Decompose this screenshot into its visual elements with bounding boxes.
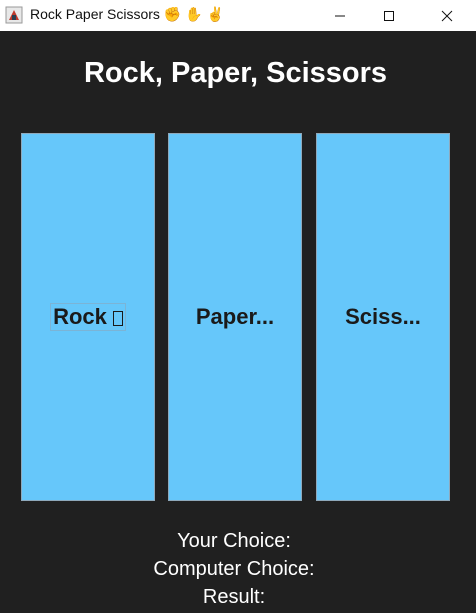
- rock-button-label: Rock: [53, 304, 107, 329]
- your-choice-label: Your Choice:: [177, 530, 291, 552]
- rock-button[interactable]: Rock: [21, 133, 155, 501]
- rock-button-label-wrap: Rock: [50, 303, 126, 331]
- computer-choice-line: Computer Choice:: [0, 555, 468, 583]
- window-title-text: Rock Paper Scissors: [30, 6, 160, 22]
- minimize-button[interactable]: [317, 0, 363, 31]
- your-choice-line: Your Choice:: [0, 527, 468, 555]
- scissors-button[interactable]: Sciss...: [316, 133, 450, 501]
- paper-button[interactable]: Paper...: [168, 133, 302, 501]
- app-window: Rock Paper Scissors ✊ ✋ ✌ Rock, Paper, S…: [0, 0, 476, 613]
- result-label: Result:: [202, 586, 266, 608]
- maximize-icon: [384, 10, 394, 21]
- main-content: Rock, Paper, Scissors Rock Paper... Scis…: [0, 31, 476, 613]
- missing-glyph-icon: [112, 310, 123, 326]
- window-title: Rock Paper Scissors ✊ ✋ ✌: [30, 6, 224, 23]
- scissors-button-label: Sciss...: [345, 304, 421, 329]
- java-app-icon: [5, 6, 23, 24]
- close-button[interactable]: [424, 0, 470, 31]
- paper-button-label: Paper...: [195, 304, 275, 329]
- close-icon: [441, 10, 453, 21]
- title-bar[interactable]: Rock Paper Scissors ✊ ✋ ✌: [0, 0, 476, 31]
- window-title-emoji: ✊ ✋ ✌: [163, 6, 224, 22]
- result-line: Result:: [0, 583, 468, 611]
- minimize-icon: [335, 15, 345, 16]
- computer-choice-label: Computer Choice:: [153, 558, 315, 580]
- page-title: Rock, Paper, Scissors: [83, 57, 388, 89]
- maximize-button[interactable]: [366, 0, 412, 31]
